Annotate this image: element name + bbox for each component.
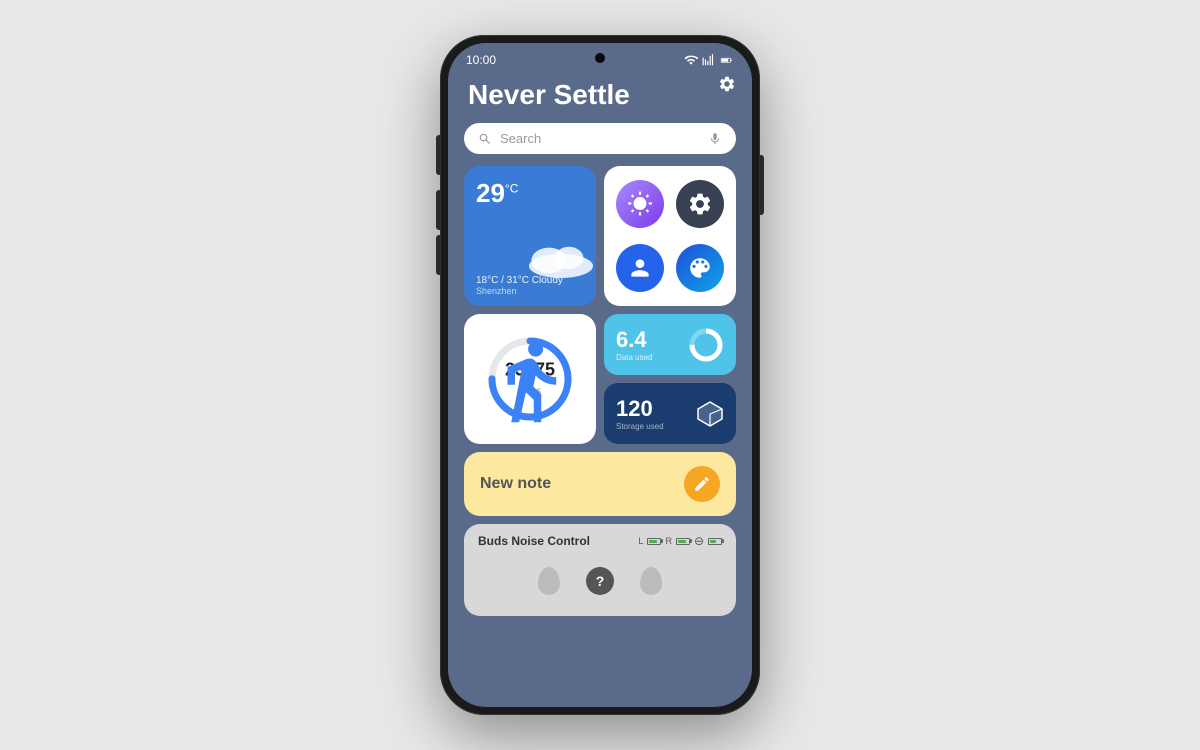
signal-icon xyxy=(702,53,716,67)
note-label: New note xyxy=(480,475,684,493)
status-time: 10:00 xyxy=(466,53,496,67)
data-number: 6.4 xyxy=(616,327,652,353)
storage-widget[interactable]: 120 Storage used xyxy=(604,383,736,444)
phone-frame: 10:00 xyxy=(440,35,760,715)
theme-app-inner-icon xyxy=(687,255,713,281)
buds-case-battery-fill xyxy=(710,540,716,543)
pencil-icon xyxy=(693,475,711,493)
buds-left-battery xyxy=(647,538,661,545)
buds-center-button[interactable] xyxy=(586,567,614,595)
buds-left-label: L xyxy=(638,536,643,546)
buds-header: Buds Noise Control L R ⊖ xyxy=(478,534,722,548)
data-donut-chart xyxy=(688,327,724,363)
weather-city: Shenzhen xyxy=(476,286,563,296)
page-title: Never Settle xyxy=(468,79,736,111)
storage-label: Storage used xyxy=(616,422,664,431)
bud-left xyxy=(538,567,560,595)
shoe-icon xyxy=(485,336,575,426)
wifi-icon xyxy=(684,53,698,67)
status-bar: 10:00 xyxy=(448,43,752,71)
settings-icon-wrap[interactable] xyxy=(718,75,736,98)
search-bar[interactable]: Search xyxy=(464,123,736,154)
phone-screen: 10:00 xyxy=(448,43,752,707)
buds-left-battery-fill xyxy=(649,540,657,543)
widget-row-2: 23375 steps 6.4 xyxy=(464,314,736,444)
buds-illustration xyxy=(478,556,722,606)
mic-icon[interactable] xyxy=(708,132,722,146)
buds-widget[interactable]: Buds Noise Control L R ⊖ xyxy=(464,524,736,616)
storage-info: 120 Storage used xyxy=(616,396,664,431)
buds-right-battery xyxy=(676,538,690,545)
weather-temperature: 29°C xyxy=(476,178,584,209)
buds-right-battery-fill xyxy=(678,540,686,543)
storage-number: 120 xyxy=(616,396,664,422)
note-widget[interactable]: New note xyxy=(464,452,736,516)
storage-icon xyxy=(696,400,724,428)
search-placeholder: Search xyxy=(500,131,708,146)
buds-equals-icon: ⊖ xyxy=(694,534,704,548)
cloud-icon xyxy=(521,238,596,278)
steps-widget[interactable]: 23375 steps xyxy=(464,314,596,444)
buds-title: Buds Noise Control xyxy=(478,534,590,548)
status-icons xyxy=(684,53,734,67)
bud-right xyxy=(640,567,662,595)
search-icon xyxy=(478,132,492,146)
contacts-app-icon[interactable] xyxy=(616,244,664,292)
weather-app-icon[interactable] xyxy=(616,180,664,228)
camera-hole xyxy=(595,53,605,63)
contacts-app-inner-icon xyxy=(627,255,653,281)
weather-info: 18°C / 31°C Cloudy Shenzhen xyxy=(476,275,563,296)
steps-circle: 23375 steps xyxy=(485,334,575,424)
buds-battery-info: L R ⊖ xyxy=(638,534,722,548)
weather-app-inner-icon xyxy=(627,191,653,217)
settings-app-inner-icon xyxy=(687,191,713,217)
screen-content: Never Settle Search 29°C xyxy=(448,71,752,616)
note-edit-button[interactable] xyxy=(684,466,720,502)
battery-icon xyxy=(720,53,734,67)
settings-app-icon[interactable] xyxy=(676,180,724,228)
widget-row-1: 29°C 18°C / 31°C Cloudy Shenzhen xyxy=(464,166,736,306)
theme-app-icon[interactable] xyxy=(676,244,724,292)
data-info: 6.4 Data used xyxy=(616,327,652,362)
weather-range: 18°C / 31°C Cloudy xyxy=(476,275,563,286)
right-col-widgets: 6.4 Data used 120 Storage u xyxy=(604,314,736,444)
weather-widget[interactable]: 29°C 18°C / 31°C Cloudy Shenzhen xyxy=(464,166,596,306)
settings-icon xyxy=(718,75,736,93)
data-label: Data used xyxy=(616,353,652,362)
buds-case-battery xyxy=(708,538,722,545)
data-widget[interactable]: 6.4 Data used xyxy=(604,314,736,375)
buds-right-label: R xyxy=(665,536,672,546)
apps-widget xyxy=(604,166,736,306)
